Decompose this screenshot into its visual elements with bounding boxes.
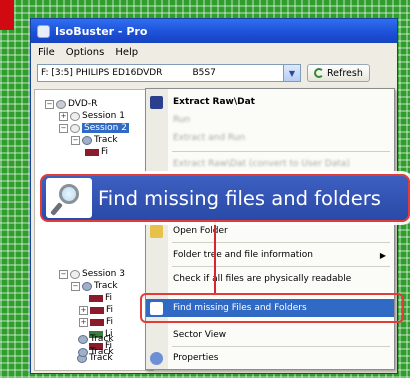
chevron-down-icon[interactable]: ▼ (283, 65, 300, 81)
menu-item-label: Extract Raw\Dat (173, 97, 255, 107)
menu-item-label: Properties (173, 353, 219, 363)
tree-item-session2[interactable]: − Session 2 (59, 122, 129, 134)
file-icon (90, 318, 104, 326)
callout-banner: Find missing files and folders (40, 174, 410, 222)
collapse-icon[interactable]: − (71, 135, 80, 145)
magnifier-icon (46, 178, 92, 218)
tree-pane[interactable]: − DVD-R + Session 1 − Session 2 − Track … (34, 89, 154, 371)
file-label: Fi (106, 305, 114, 315)
disc-icon (56, 99, 66, 109)
menu-item-properties[interactable]: Properties (146, 349, 394, 367)
drive-select-value: F: [3:5] PHILIPS ED16DVDR (41, 68, 163, 78)
expand-icon[interactable]: + (59, 111, 68, 121)
refresh-label: Refresh (327, 67, 363, 79)
drive-bar: F: [3:5] PHILIPS ED16DVDR B5S7 ▼ Refresh (31, 61, 397, 85)
menu-item-label: Open Folder (173, 226, 228, 236)
session2-label: Session 2 (82, 123, 129, 133)
track-icon (82, 281, 92, 291)
tree-item-root[interactable]: − DVD-R (45, 98, 97, 110)
menu-item-extract-run[interactable]: Extract and Run (146, 129, 394, 147)
properties-icon (150, 351, 163, 365)
drive-firmware: B5S7 (192, 68, 216, 78)
session-icon (70, 123, 80, 133)
file-icon (85, 148, 99, 156)
collapse-icon[interactable]: − (71, 281, 80, 291)
menu-item-check-readable[interactable]: Check if all files are physically readab… (146, 270, 394, 288)
expand-icon[interactable]: + (79, 305, 88, 315)
expand-icon[interactable]: + (79, 317, 88, 327)
tree-item-track[interactable]: Track (78, 346, 114, 358)
menu-help[interactable]: Help (115, 47, 138, 58)
tree-item-session3[interactable]: − Session 3 (59, 268, 125, 280)
menu-separator (172, 346, 390, 347)
menu-separator (172, 266, 390, 267)
menu-item-label: Run (173, 115, 191, 125)
drive-select[interactable]: F: [3:5] PHILIPS ED16DVDR B5S7 ▼ (37, 64, 301, 82)
app-icon (37, 24, 50, 38)
track-label: Track (90, 347, 114, 357)
refresh-button[interactable]: Refresh (307, 64, 370, 82)
tree-item-file[interactable]: Fi (89, 292, 112, 304)
collapse-icon[interactable]: − (45, 99, 54, 109)
corner-tab (0, 0, 14, 30)
file-label: Fi (101, 147, 109, 157)
menu-separator (172, 242, 390, 243)
menu-item-label: Extract and Run (173, 133, 246, 143)
track-icon (82, 135, 92, 145)
tree-item-session1[interactable]: + Session 1 (59, 110, 125, 122)
menu-bar: File Options Help (31, 43, 397, 61)
title-bar: IsoBuster - Pro (31, 19, 397, 43)
menu-item-extract-convert[interactable]: Extract Raw\Dat (convert to User Data) (146, 155, 394, 173)
menu-item-label: Extract Raw\Dat (convert to User Data) (173, 159, 350, 169)
session-icon (70, 269, 80, 279)
track-label: Track (94, 281, 118, 291)
extract-icon (150, 95, 163, 109)
menu-item-label: Check if all files are physically readab… (173, 274, 352, 284)
callout-connector (214, 222, 216, 295)
tree-item-file[interactable]: + Fi (79, 304, 113, 316)
tree-root-label: DVD-R (68, 99, 98, 109)
window-title: IsoBuster - Pro (55, 24, 148, 38)
file-icon (90, 306, 104, 314)
menu-item-sector-view[interactable]: Sector View (146, 326, 394, 344)
menu-options[interactable]: Options (66, 47, 105, 58)
tree-item-track[interactable]: Track (78, 333, 114, 345)
session3-label: Session 3 (82, 269, 125, 279)
refresh-icon (314, 68, 324, 78)
submenu-arrow-icon: ▶ (379, 250, 386, 260)
menu-item-run[interactable]: Run (146, 111, 394, 129)
collapse-icon[interactable]: − (59, 123, 68, 133)
magnifier-handle (50, 202, 63, 216)
menu-item-open-folder[interactable]: Open Folder (146, 222, 394, 240)
context-menu: Extract Raw\Dat Run Extract and Run Extr… (145, 88, 395, 370)
menu-file[interactable]: File (38, 47, 55, 58)
callout-text: Find missing files and folders (98, 186, 381, 210)
file-icon (89, 294, 103, 302)
tree-item-track[interactable]: − Track (71, 134, 118, 146)
menu-item-label: Folder tree and file information (173, 250, 313, 260)
menu-item-folder-tree[interactable]: Folder tree and file information ▶ (146, 246, 394, 264)
session1-label: Session 1 (82, 111, 125, 121)
session-icon (70, 111, 80, 121)
file-label: Fi (106, 317, 114, 327)
track-label: Track (90, 334, 114, 344)
tree-item-file[interactable]: + Fi (79, 316, 113, 328)
tree-item-file[interactable]: Fi (85, 146, 108, 158)
track-icon (78, 334, 88, 344)
track-icon (78, 347, 88, 357)
track-label: Track (94, 135, 118, 145)
tree-item-track[interactable]: − Track (71, 280, 118, 292)
menu-item-extract[interactable]: Extract Raw\Dat (146, 93, 394, 111)
highlight-ring (140, 293, 404, 323)
file-label: Fi (105, 293, 113, 303)
collapse-icon[interactable]: − (59, 269, 68, 279)
menu-separator (172, 151, 390, 152)
magnifier-glass (59, 184, 79, 204)
folder-icon (150, 224, 163, 238)
menu-item-label: Sector View (173, 330, 227, 340)
